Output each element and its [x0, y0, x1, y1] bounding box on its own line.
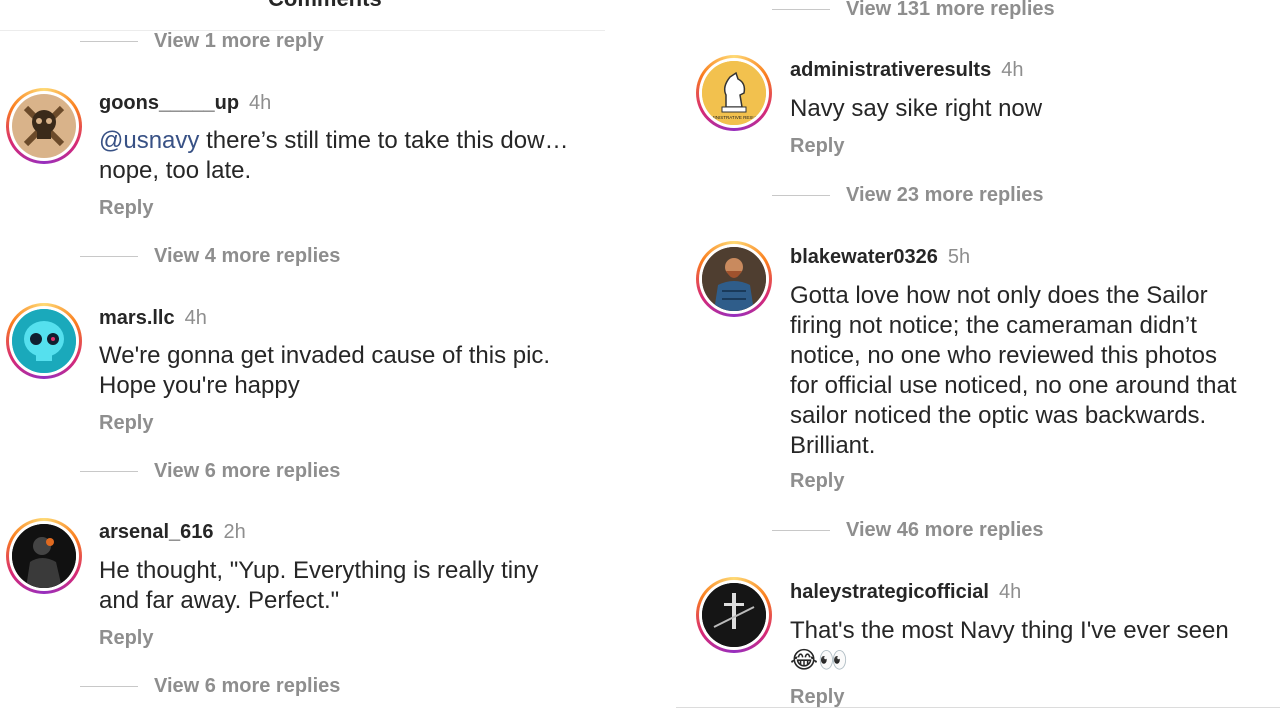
- avatar[interactable]: [696, 577, 772, 653]
- comment-time: 4h: [184, 307, 207, 329]
- comment-username[interactable]: administrativeresults 4h: [790, 59, 1023, 82]
- reply-button[interactable]: Reply: [99, 412, 153, 435]
- comment-body: That's the most Navy thing I've ever see…: [790, 617, 1229, 674]
- comment-time: 4h: [1001, 59, 1024, 81]
- view-replies-row[interactable]: View 46 more replies: [772, 519, 1044, 542]
- avatar[interactable]: [696, 241, 772, 317]
- comment-time: 5h: [947, 246, 971, 268]
- comments-header-title: Comments: [268, 0, 382, 12]
- avatar[interactable]: [6, 303, 82, 379]
- view-replies-link[interactable]: View 46 more replies: [846, 519, 1044, 542]
- comment-time: 4h: [249, 92, 272, 114]
- replies-line: [80, 256, 138, 257]
- comment-body: Gotta love how not only does the Sailor f…: [790, 282, 1237, 459]
- comment-time: 4h: [998, 581, 1022, 603]
- view-replies-row[interactable]: View 1 more reply: [80, 30, 324, 53]
- comment-username[interactable]: mars.llc 4h: [99, 307, 207, 330]
- view-replies-row[interactable]: View 4 more replies: [80, 245, 340, 268]
- dagger-logo-icon: [702, 583, 766, 647]
- replies-line: [772, 530, 830, 531]
- comment-text: Navy say sike right now: [790, 94, 1270, 124]
- skull-crossbones-icon: [12, 94, 76, 158]
- view-replies-link[interactable]: View 4 more replies: [154, 245, 340, 268]
- bearded-man-icon: [702, 247, 766, 311]
- comment-body: Navy say sike right now: [790, 95, 1043, 122]
- view-replies-link[interactable]: View 23 more replies: [846, 184, 1044, 207]
- mention-link[interactable]: @usnavy: [99, 127, 199, 154]
- reply-button[interactable]: Reply: [790, 470, 844, 493]
- replies-line: [772, 195, 830, 196]
- comment-time: 2h: [223, 521, 246, 543]
- reply-button[interactable]: Reply: [790, 686, 844, 709]
- view-replies-link[interactable]: View 1 more reply: [154, 30, 324, 53]
- armored-figure-icon: [12, 524, 76, 588]
- comment-username[interactable]: haleystrategicofficial 4h: [790, 581, 1021, 604]
- bottom-divider: [676, 707, 1280, 708]
- avatar[interactable]: [6, 88, 82, 164]
- replies-line: [772, 9, 830, 10]
- replies-line: [80, 41, 138, 42]
- comment-body: We're gonna get invaded cause of this pi…: [99, 342, 551, 399]
- left-comments-panel: Comments View 1 more reply goons_____up4…: [0, 0, 605, 720]
- avatar-caption: ADMINISTRATIVE RESULTS: [704, 115, 763, 120]
- comment-username[interactable]: arsenal_616 2h: [99, 521, 246, 544]
- reply-button[interactable]: Reply: [790, 135, 844, 158]
- view-replies-link[interactable]: View 6 more replies: [154, 675, 340, 698]
- replies-line: [80, 686, 138, 687]
- reply-button[interactable]: Reply: [99, 627, 153, 650]
- view-replies-link[interactable]: View 6 more replies: [154, 460, 340, 483]
- comment-body: He thought, "Yup. Everything is really t…: [99, 557, 539, 614]
- cyan-skull-icon: [12, 309, 76, 373]
- comment-text: We're gonna get invaded cause of this pi…: [99, 341, 599, 401]
- view-replies-row[interactable]: View 6 more replies: [80, 675, 340, 698]
- view-replies-link[interactable]: View 131 more replies: [846, 0, 1055, 21]
- reply-button[interactable]: Reply: [99, 197, 153, 220]
- replies-line: [80, 471, 138, 472]
- chess-knight-logo-icon: ADMINISTRATIVE RESULTS: [702, 61, 766, 125]
- comment-text: That's the most Navy thing I've ever see…: [790, 616, 1274, 676]
- comment-text: He thought, "Yup. Everything is really t…: [99, 556, 599, 616]
- right-comments-panel: View 131 more replies ADMINISTRATIVE RES…: [676, 0, 1280, 720]
- comment-text: @usnavy there’s still time to take this …: [99, 126, 599, 186]
- avatar[interactable]: [6, 518, 82, 594]
- comment-username[interactable]: goons_____up 4h: [99, 92, 271, 115]
- view-replies-row[interactable]: View 131 more replies: [772, 0, 1055, 21]
- comment-text: Gotta love how not only does the Sailor f…: [790, 281, 1274, 461]
- view-replies-row[interactable]: View 23 more replies: [772, 184, 1044, 207]
- avatar[interactable]: ADMINISTRATIVE RESULTS: [696, 55, 772, 131]
- comment-username[interactable]: blakewater0326 5h: [790, 246, 970, 269]
- view-replies-row[interactable]: View 6 more replies: [80, 460, 340, 483]
